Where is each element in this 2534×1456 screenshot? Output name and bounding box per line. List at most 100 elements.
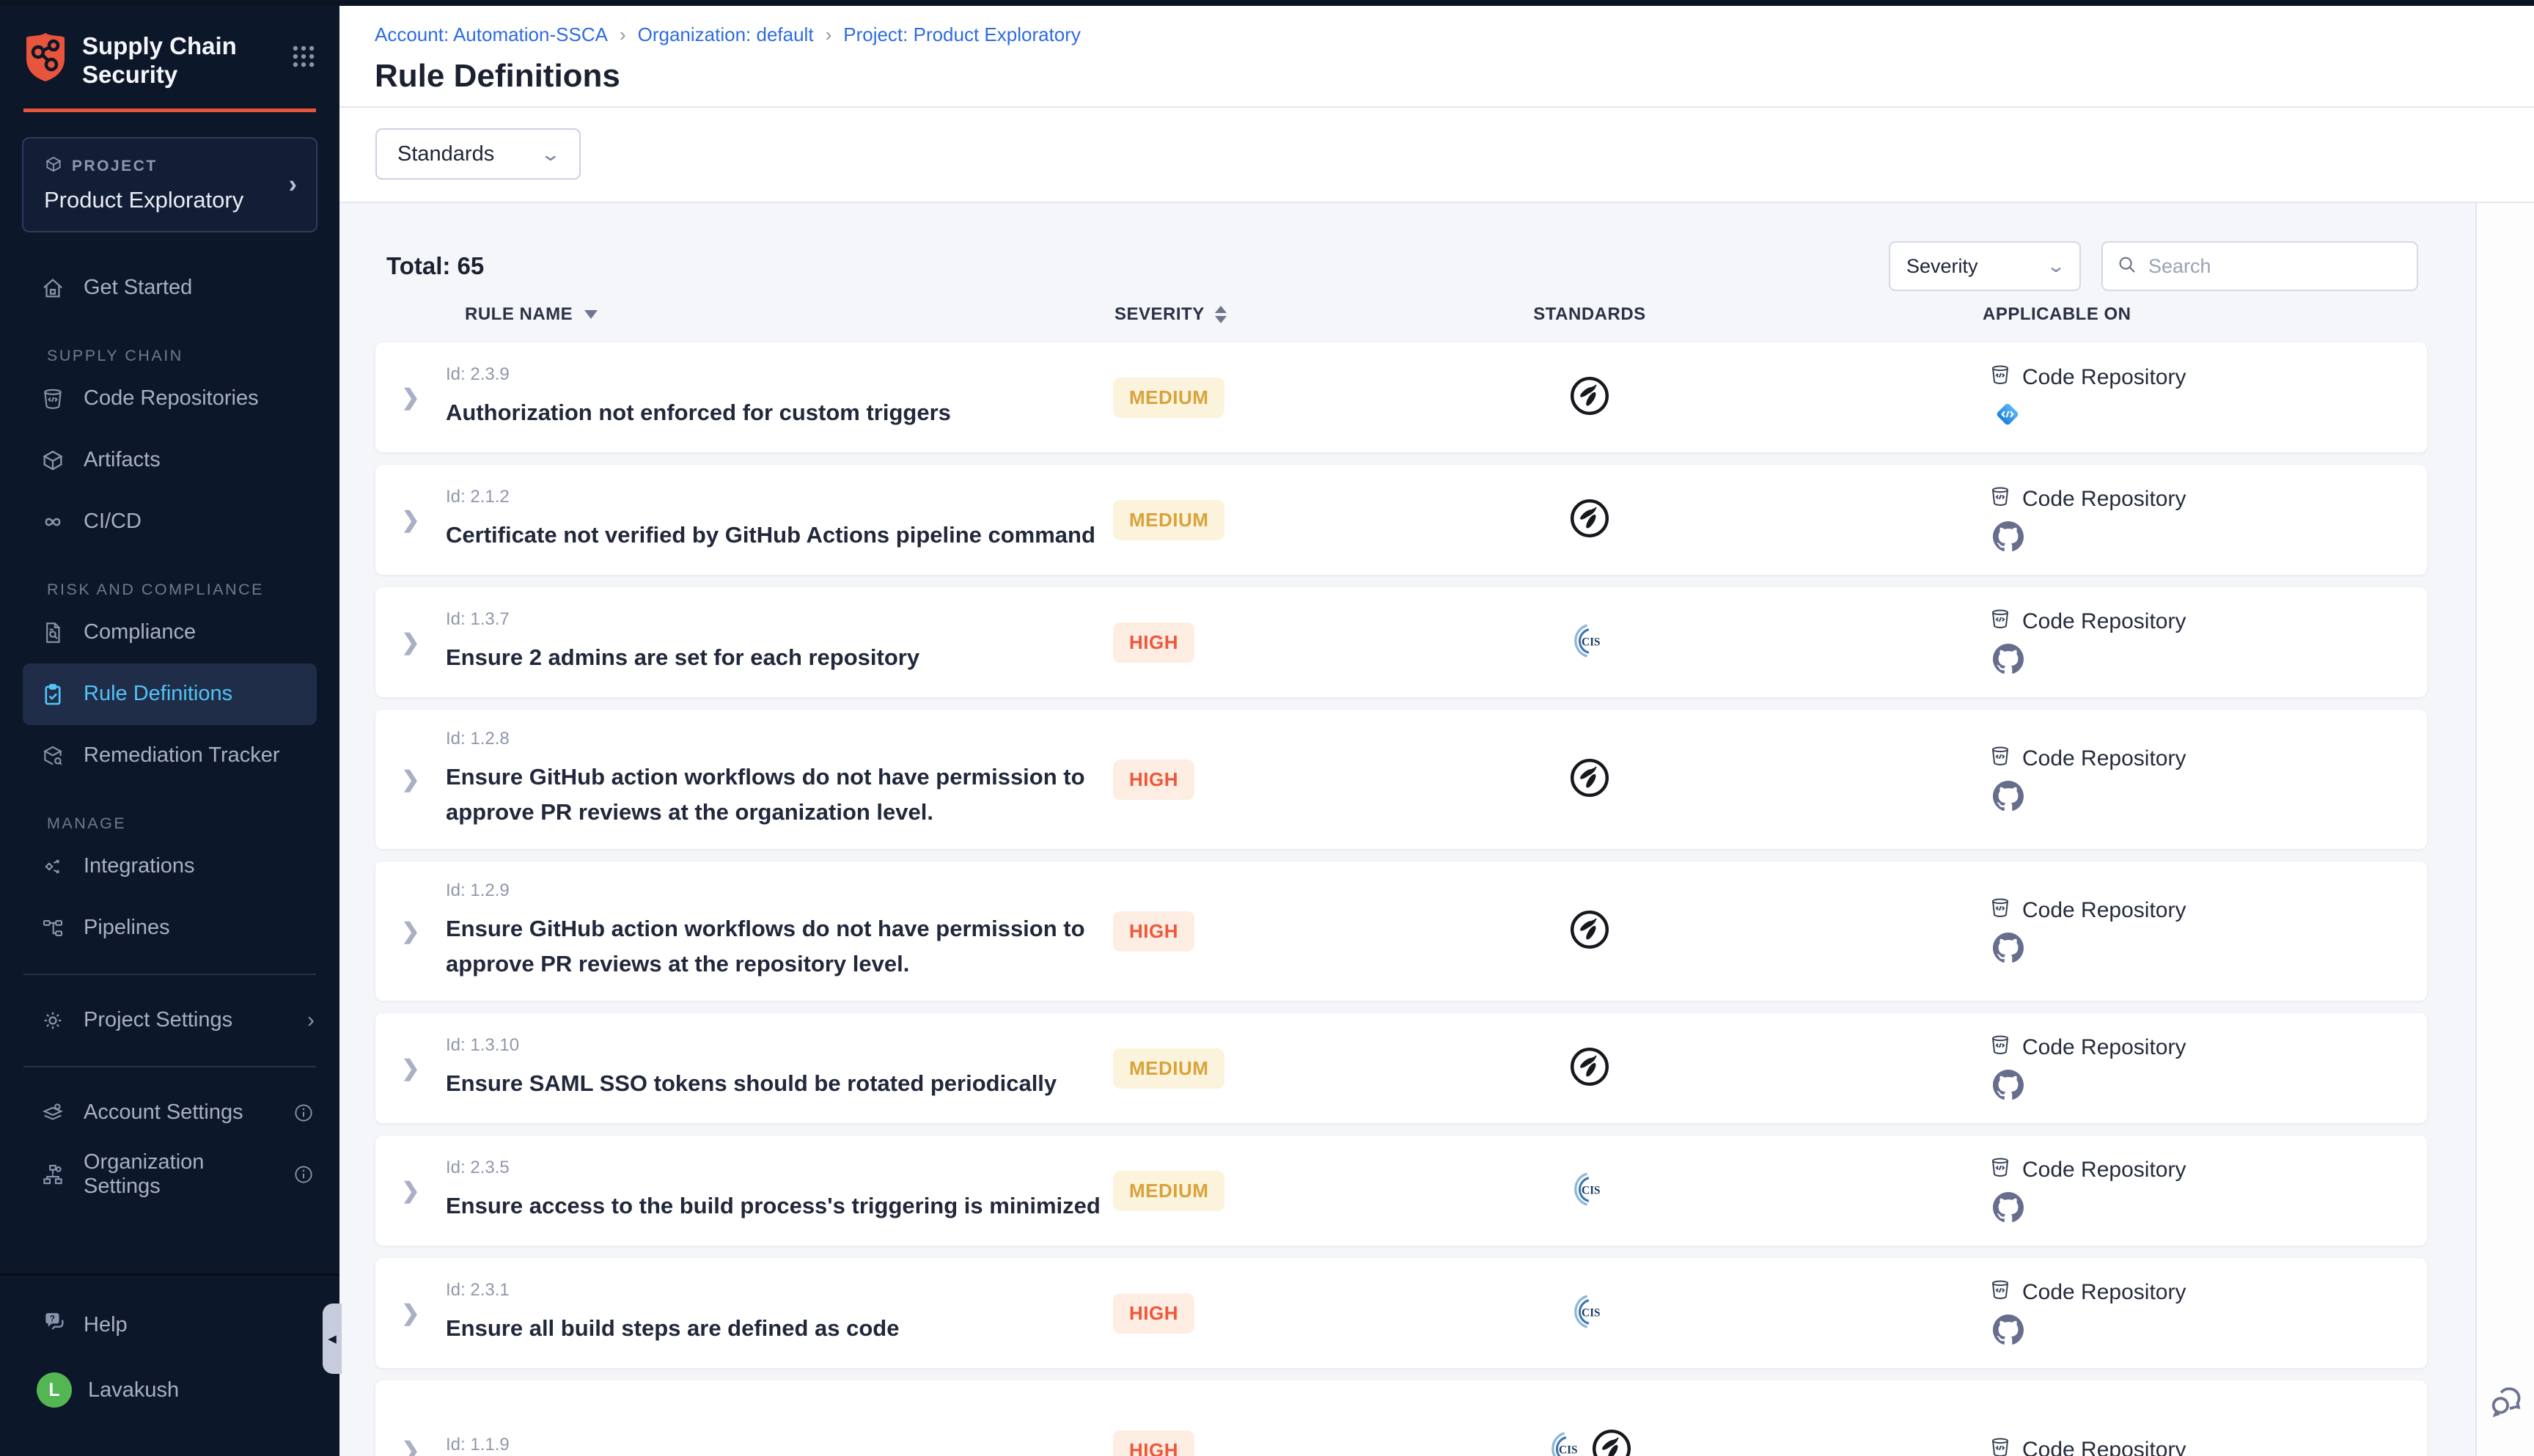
help-label: Help xyxy=(84,1313,128,1337)
sidebar: Supply Chain Security PROJECT Product Ex… xyxy=(0,0,339,1456)
info-icon[interactable] xyxy=(293,1163,315,1185)
remediation-tracker-icon xyxy=(40,743,66,768)
column-header-severity[interactable]: SEVERITY xyxy=(1106,304,1384,325)
column-header-standards: STANDARDS xyxy=(1384,304,1795,325)
sidebar-item-label: Remediation Tracker xyxy=(84,743,280,768)
standards-filter-label: Standards xyxy=(397,142,494,166)
help-button[interactable]: ? Help xyxy=(0,1308,339,1342)
row-expand-chevron[interactable]: ❯ xyxy=(375,1056,446,1081)
rule-name: Certificate not verified by GitHub Actio… xyxy=(446,518,1106,553)
rule-id: Id: 1.3.7 xyxy=(446,609,1106,630)
sidebar-item-compliance[interactable]: Compliance xyxy=(0,602,339,663)
table-row[interactable]: ❯ Id: 2.3.9Authorization not enforced fo… xyxy=(375,342,2427,452)
layers-gear-icon xyxy=(40,1100,66,1125)
table-row[interactable]: ❯ Id: 2.3.1Ensure all build steps are de… xyxy=(375,1258,2427,1368)
standards-filter-dropdown[interactable]: Standards ⌄ xyxy=(375,128,581,180)
github-icon xyxy=(1993,1315,2427,1349)
severity-badge: HIGH xyxy=(1113,760,1194,800)
sidebar-item-organization-settings[interactable]: Organization Settings xyxy=(0,1144,339,1205)
sidebar-item-get-started[interactable]: Get Started xyxy=(0,257,339,319)
sidebar-item-remediation-tracker[interactable]: Remediation Tracker xyxy=(0,725,339,787)
table-row[interactable]: ❯ Id: 2.3.5Ensure access to the build pr… xyxy=(375,1136,2427,1246)
supply-chain-security-logo-icon xyxy=(22,31,69,87)
page-header: Account: Automation-SSCA › Organization:… xyxy=(339,6,2534,108)
sidebar-item-integrations[interactable]: Integrations xyxy=(0,836,339,897)
owasp-standard-icon xyxy=(1569,757,1610,802)
info-icon[interactable] xyxy=(293,1102,315,1124)
app-title: Supply Chain Security xyxy=(82,32,290,89)
breadcrumb-organization-link[interactable]: Organization: default xyxy=(638,23,814,46)
section-manage: MANAGE xyxy=(0,815,339,833)
rule-name: Ensure SAML SSO tokens should be rotated… xyxy=(446,1066,1106,1101)
table-row[interactable]: ❯ Id: 2.1.2Certificate not verified by G… xyxy=(375,465,2427,575)
row-expand-chevron[interactable]: ❯ xyxy=(375,1438,446,1456)
breadcrumb: Account: Automation-SSCA › Organization:… xyxy=(375,23,2534,46)
rule-name: Authorization not enforced for custom tr… xyxy=(446,395,1106,430)
severity-filter-label: Severity xyxy=(1906,255,1978,278)
code-repositories-icon xyxy=(40,386,66,411)
table-row[interactable]: ❯ Id: 1.2.9Ensure GitHub action workflow… xyxy=(375,861,2427,1001)
rule-name: Ensure GitHub action workflows do not ha… xyxy=(446,760,1106,830)
row-expand-chevron[interactable]: ❯ xyxy=(375,1301,446,1326)
row-expand-chevron[interactable]: ❯ xyxy=(375,1178,446,1204)
applicable-on-label: Code Repository xyxy=(2022,1280,2186,1305)
sidebar-item-label: Code Repositories xyxy=(84,386,259,411)
sidebar-item-cicd[interactable]: CI/CD xyxy=(0,491,339,553)
sidebar-collapse-handle[interactable]: ◀ xyxy=(323,1304,342,1374)
code-repository-icon xyxy=(1988,1155,2012,1185)
row-expand-chevron[interactable]: ❯ xyxy=(375,919,446,944)
artifacts-icon xyxy=(40,448,66,473)
sidebar-item-project-settings[interactable]: Project Settings › xyxy=(0,990,339,1051)
sidebar-item-rule-definitions[interactable]: Rule Definitions xyxy=(23,663,317,725)
table-row[interactable]: ❯ Id: 1.3.10 Ensure SAML SSO tokens shoul… xyxy=(375,1013,2427,1123)
applicable-on-label: Code Repository xyxy=(2022,746,2186,771)
divider xyxy=(23,1066,316,1067)
applicable-on-label: Code Repository xyxy=(2022,365,2186,390)
breadcrumb-project-link[interactable]: Project: Product Exploratory xyxy=(843,23,1081,46)
chevron-down-icon: ⌄ xyxy=(540,143,561,166)
code-repository-icon xyxy=(1988,485,2012,514)
project-label: PROJECT xyxy=(72,158,158,175)
table-row[interactable]: ❯ Id: 1.1.9 HIGH CIS Code Repository xyxy=(375,1380,2427,1456)
table-row[interactable]: ❯ Id: 1.3.7Ensure 2 admins are set for e… xyxy=(375,587,2427,697)
severity-filter-dropdown[interactable]: Severity ⌄ xyxy=(1889,241,2081,291)
svg-text:CIS: CIS xyxy=(1582,636,1601,648)
search-box[interactable] xyxy=(2101,241,2418,291)
column-header-rule-name[interactable]: RULE NAME xyxy=(446,304,1106,325)
org-gear-icon xyxy=(40,1162,66,1187)
chat-support-icon[interactable] xyxy=(2486,1382,2526,1425)
project-selector[interactable]: PROJECT Product Exploratory › xyxy=(22,137,317,232)
code-platform-icon xyxy=(1993,400,2427,433)
row-expand-chevron[interactable]: ❯ xyxy=(375,507,446,533)
owasp-standard-icon xyxy=(1569,1046,1610,1091)
search-input[interactable] xyxy=(2148,255,2403,278)
code-repository-icon xyxy=(1988,896,2012,925)
row-expand-chevron[interactable]: ❯ xyxy=(375,630,446,655)
compliance-icon xyxy=(40,620,66,645)
sidebar-item-label: Compliance xyxy=(84,620,196,644)
applicable-on-label: Code Repository xyxy=(2022,609,2186,634)
row-expand-chevron[interactable]: ❯ xyxy=(375,385,446,411)
integrations-icon xyxy=(40,854,66,879)
table-row[interactable]: ❯ Id: 1.2.8Ensure GitHub action workflow… xyxy=(375,710,2427,849)
user-menu[interactable]: L Lavakush xyxy=(0,1372,339,1408)
table-toolbar: Total: 65 Severity ⌄ xyxy=(339,203,2534,291)
severity-badge: HIGH xyxy=(1113,911,1194,952)
sidebar-item-account-settings[interactable]: Account Settings xyxy=(0,1082,339,1144)
column-header-applicable-on: APPLICABLE ON xyxy=(1795,304,2427,325)
sidebar-item-pipelines[interactable]: Pipelines xyxy=(0,897,339,959)
github-icon xyxy=(1993,1070,2427,1104)
main-area: Account: Automation-SSCA › Organization:… xyxy=(339,6,2534,1456)
row-expand-chevron[interactable]: ❯ xyxy=(375,767,446,793)
chevron-down-icon: ⌄ xyxy=(2046,256,2065,277)
cube-icon xyxy=(44,155,63,178)
sidebar-item-artifacts[interactable]: Artifacts xyxy=(0,430,339,491)
breadcrumb-account-link[interactable]: Account: Automation-SSCA xyxy=(375,23,608,46)
home-icon xyxy=(40,276,66,301)
module-grid-icon[interactable] xyxy=(290,43,317,74)
sidebar-item-label: Rule Definitions xyxy=(84,682,232,706)
rule-id: Id: 1.3.10 xyxy=(446,1035,1106,1056)
sidebar-item-code-repositories[interactable]: Code Repositories xyxy=(0,368,339,430)
cis-standard-icon: CIS xyxy=(1547,1429,1587,1456)
cis-standard-icon: CIS xyxy=(1570,1169,1609,1213)
